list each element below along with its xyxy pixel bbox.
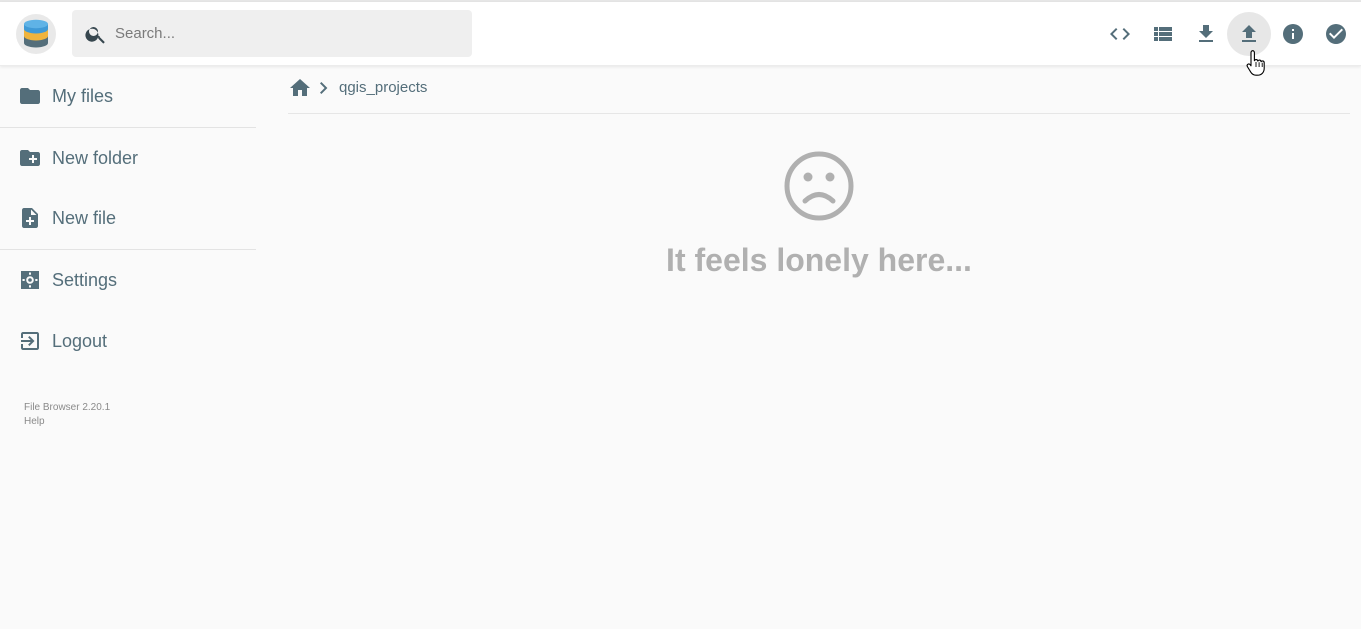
chevron-right-icon <box>316 78 332 98</box>
toggle-source-button[interactable] <box>1098 12 1142 56</box>
hand-cursor-icon <box>1246 50 1265 76</box>
exit-to-app-icon <box>21 332 39 350</box>
sidebar-item-label: New file <box>52 207 117 228</box>
sidebar-item-label: New folder <box>52 147 139 168</box>
code-icon <box>1110 28 1130 40</box>
empty-state: It feels lonely here... <box>576 148 1062 279</box>
upload-icon <box>1242 25 1256 42</box>
info-icon <box>1283 24 1303 44</box>
sidebar-divider <box>0 127 256 128</box>
sidebar-item-new-file[interactable]: New file <box>0 193 256 243</box>
home-icon <box>290 79 310 96</box>
app-logo[interactable] <box>16 14 56 54</box>
sidebar-item-settings[interactable]: Settings <box>0 255 256 305</box>
sad-face-icon <box>784 151 854 221</box>
sidebar-item-logout[interactable]: Logout <box>0 316 256 366</box>
search-icon <box>85 27 105 44</box>
sidebar-item-label: Logout <box>52 330 108 351</box>
create-new-folder-icon <box>20 150 40 166</box>
settings-icon <box>21 271 39 289</box>
note-add-icon <box>22 208 38 228</box>
breadcrumb: qgis_projects <box>288 66 1350 114</box>
check-circle-icon <box>1326 24 1346 44</box>
sidebar-divider <box>0 249 256 250</box>
download-icon <box>1199 25 1213 42</box>
view-list-icon <box>1154 27 1172 41</box>
version-text: File Browser 2.20.1 <box>24 402 111 413</box>
info-button[interactable] <box>1271 12 1315 56</box>
search-box[interactable] <box>72 10 472 57</box>
database-logo-icon <box>24 19 48 48</box>
switch-view-button[interactable] <box>1141 12 1185 56</box>
breadcrumb-home[interactable] <box>288 76 312 100</box>
empty-message: It feels lonely here... <box>666 242 972 278</box>
help-link[interactable]: Help <box>24 415 110 429</box>
select-multiple-button[interactable] <box>1314 12 1358 56</box>
search-input[interactable] <box>115 10 460 57</box>
sidebar-item-label: My files <box>52 85 114 106</box>
sidebar-item-new-folder[interactable]: New folder <box>0 133 256 183</box>
sidebar-item-my-files[interactable]: My files <box>0 71 256 121</box>
download-button[interactable] <box>1184 12 1228 56</box>
credits: File Browser 2.20.1 Help <box>24 401 110 429</box>
top-bar <box>0 2 1361 66</box>
sidebar-item-label: Settings <box>52 269 118 290</box>
folder-icon <box>20 88 40 104</box>
breadcrumb-item[interactable]: qgis_projects <box>339 79 427 96</box>
